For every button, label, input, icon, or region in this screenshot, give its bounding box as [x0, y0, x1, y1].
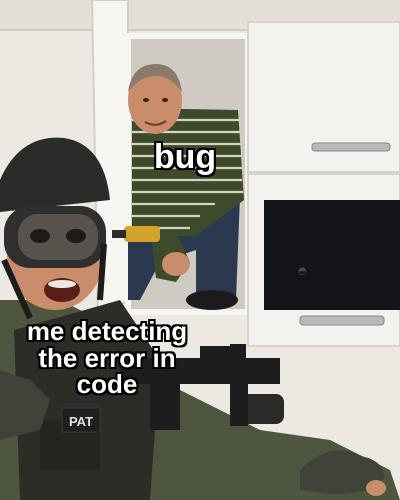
oven-handle: [299, 315, 385, 326]
bug-hand: [162, 252, 190, 276]
meme-scene: ◓ PAT: [0, 0, 400, 500]
caption-line-1: me detecting: [26, 316, 188, 346]
caption-line-3: code: [76, 369, 138, 400]
patch-text: PAT: [69, 414, 93, 429]
caption-me-detecting: me detecting the error in code: [8, 318, 206, 398]
bug-shoe: [186, 290, 238, 310]
oven-glass: [264, 200, 400, 310]
caption-line-2: the error in: [38, 342, 176, 373]
drill: [124, 226, 160, 242]
svg-text:◓: ◓: [298, 266, 307, 277]
meme-image: ◓ PAT bug me detecting the error in code: [0, 0, 400, 500]
caption-bug: bug: [153, 138, 217, 176]
upper-cabinet-handle: [311, 142, 391, 152]
